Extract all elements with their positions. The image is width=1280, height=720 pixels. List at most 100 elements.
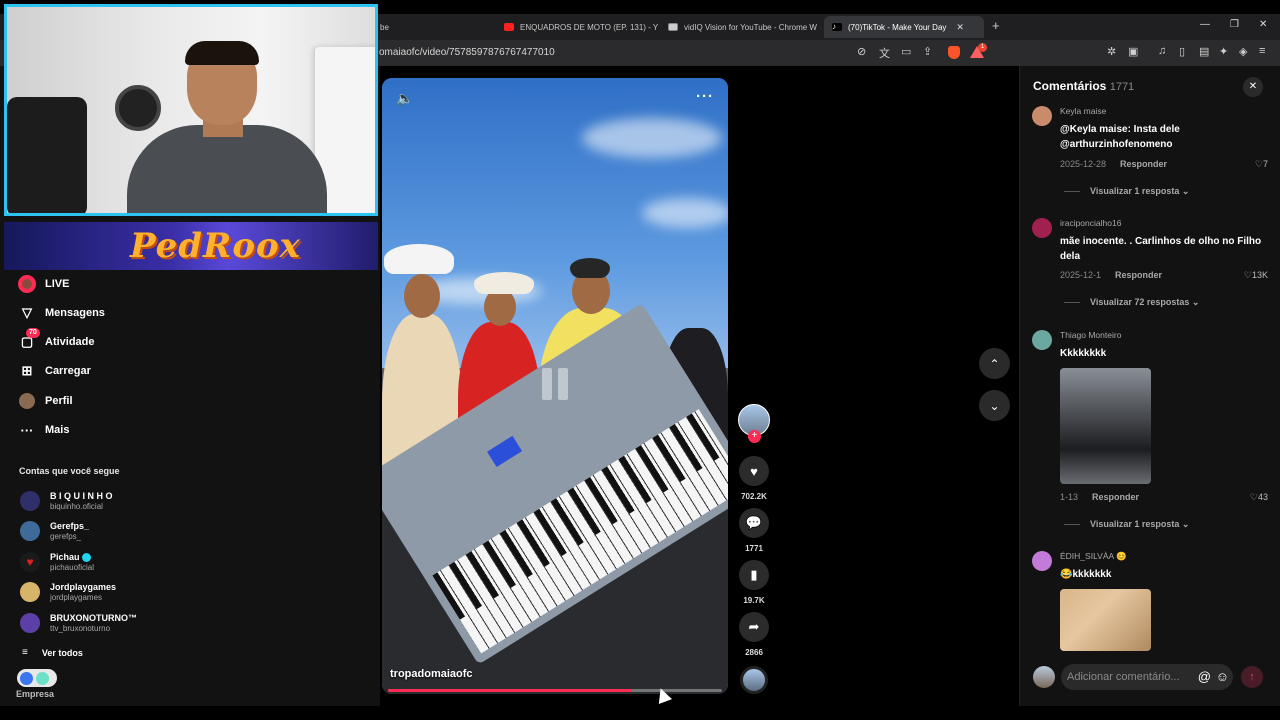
reply-button[interactable]: Responder	[1120, 159, 1167, 169]
more-options-icon[interactable]: ···	[696, 88, 714, 105]
share-icon[interactable]: ⇪	[923, 45, 932, 58]
ai-icon[interactable]: ✦	[1219, 45, 1228, 58]
share-arrow-icon: ➦	[748, 619, 760, 634]
translate-icon[interactable]: 文	[879, 45, 890, 61]
comment-item: Thiago Monteiro Kkkkkkkk 1-13 Responder ♡…	[1032, 330, 1272, 530]
sidebar-icon[interactable]: ▯	[1179, 45, 1185, 58]
following-item[interactable]: Jordplaygames jordplaygames	[20, 580, 116, 604]
extensions-icon[interactable]: ✲	[1107, 45, 1116, 58]
business-toggle[interactable]	[17, 669, 57, 687]
url-text[interactable]: omaiaofc/video/7578597876767477010	[379, 47, 555, 58]
tab-youtube[interactable]: ENQUADROS DE MOTO (EP. 131) - Y	[496, 16, 658, 38]
chevron-down-icon: ⌄	[989, 398, 1000, 413]
avatar[interactable]	[1032, 218, 1052, 238]
avatar[interactable]	[1032, 551, 1052, 571]
nav-activity[interactable]: ▢ 70 Atividade	[18, 328, 95, 352]
no-tracking-icon[interactable]: ⊘	[857, 45, 866, 58]
minimize-button[interactable]: —	[1200, 19, 1210, 30]
brave-shield-icon[interactable]	[948, 46, 960, 59]
nav-label: Mensagens	[45, 307, 105, 319]
menu-icon[interactable]: ≡	[1259, 45, 1265, 57]
comments-count: 1771	[1109, 81, 1135, 93]
video-progress-bar[interactable]	[388, 689, 722, 692]
webcam-person-hair	[185, 41, 259, 65]
comment-likes: 43	[1257, 492, 1268, 502]
close-window-button[interactable]: ✕	[1259, 19, 1267, 30]
tab-previous[interactable]: be	[372, 16, 492, 38]
comment-user[interactable]: iraciponcialho16	[1060, 218, 1121, 228]
view-replies-button[interactable]: Visualizar 1 resposta ⌄	[1064, 519, 1189, 530]
comment-date: 2025-12-28	[1060, 159, 1107, 169]
save-button[interactable]: ▮	[739, 560, 769, 590]
like-count: 702.2K	[741, 492, 767, 501]
avatar[interactable]	[1032, 330, 1052, 350]
new-tab-button[interactable]: +	[992, 18, 1000, 33]
screenshot-icon[interactable]: ▣	[1128, 45, 1138, 58]
nav-upload[interactable]: ⊞ Carregar	[18, 361, 91, 381]
wallet-icon[interactable]: ▤	[1199, 45, 1209, 58]
close-tab-icon[interactable]: ✕	[956, 22, 964, 33]
restore-button[interactable]: ❐	[1230, 19, 1239, 30]
cast-icon[interactable]: ▭	[901, 45, 911, 58]
comment-image[interactable]	[1060, 589, 1151, 651]
nav-profile[interactable]: Perfil	[18, 391, 73, 411]
tab-vidiq[interactable]: vidIQ Vision for YouTube - Chrome W	[660, 16, 820, 38]
music-disc-icon[interactable]	[740, 666, 768, 694]
following-item[interactable]: ♥ Pichau pichauoficial	[20, 550, 94, 574]
volume-icon[interactable]: 🔈	[396, 90, 413, 107]
comment-input-placeholder: Adicionar comentário...	[1067, 671, 1180, 683]
heart-outline-icon[interactable]: ♡	[1244, 270, 1252, 280]
following-item[interactable]: B I Q U I N H Obiquinho.oficial	[20, 489, 113, 513]
nav-messages[interactable]: ▽ Mensagens	[18, 303, 105, 323]
nav-more[interactable]: ··· Mais	[18, 420, 70, 440]
webcam-overlay	[4, 4, 378, 216]
close-icon: ✕	[1248, 81, 1258, 92]
pause-icon[interactable]	[542, 368, 572, 400]
follow-plus-icon[interactable]: +	[748, 430, 761, 443]
following-name: Jordplaygames	[50, 581, 117, 592]
tab-label: ENQUADROS DE MOTO (EP. 131) - Y	[520, 22, 658, 32]
previous-video-button[interactable]: ⌃	[979, 348, 1010, 379]
nav-label: Atividade	[45, 336, 95, 348]
comment-user[interactable]: Thiago Monteiro	[1060, 330, 1121, 340]
comment-date: 1-13	[1060, 492, 1079, 502]
view-replies-button[interactable]: Visualizar 1 resposta ⌄	[1064, 186, 1189, 197]
send-comment-button[interactable]: ↑	[1241, 666, 1263, 688]
nav-live[interactable]: LIVE	[18, 274, 69, 294]
view-replies-button[interactable]: Visualizar 72 respostas ⌄	[1064, 297, 1199, 308]
heart-outline-icon[interactable]: ♡	[1250, 492, 1258, 502]
avatar[interactable]	[1032, 106, 1052, 126]
following-item[interactable]: BRUXONOTURNO™ ttv_bruxonoturno	[20, 611, 137, 635]
comment-user[interactable]: ÉDIH_SILVÀA 😊	[1060, 551, 1127, 562]
arrow-up-icon: ↑	[1249, 671, 1255, 683]
reply-button[interactable]: Responder	[1092, 492, 1139, 502]
reply-button[interactable]: Responder	[1115, 270, 1162, 280]
see-all-link[interactable]: ≡ Ver todos	[22, 647, 83, 658]
tab-label: be	[380, 22, 389, 32]
nav-label: Perfil	[45, 395, 73, 407]
comment-image[interactable]	[1060, 368, 1151, 484]
comment-button[interactable]: 💬	[739, 508, 769, 538]
music-icon[interactable]: ♫	[1158, 45, 1166, 57]
share-button[interactable]: ➦	[739, 612, 769, 642]
youtube-icon	[504, 23, 514, 31]
vpn-icon[interactable]: ◈	[1239, 45, 1247, 58]
mention-icon[interactable]: @	[1198, 664, 1211, 690]
emoji-icon[interactable]: ☺	[1216, 664, 1229, 690]
tab-tiktok[interactable]: ♪ (70)TikTok - Make Your Day ✕	[824, 16, 984, 38]
like-button[interactable]: ♥	[739, 456, 769, 486]
next-video-button[interactable]: ⌄	[979, 390, 1010, 421]
following-user: jordplaygames	[50, 592, 103, 602]
comment-likes: 13K	[1251, 270, 1268, 280]
comment-user[interactable]: Keyla maise	[1060, 106, 1106, 116]
comment-input[interactable]: Adicionar comentário... @ ☺	[1061, 664, 1233, 690]
video-player[interactable]: 🔈 ··· tropadomaiaofc	[382, 78, 728, 694]
heart-outline-icon[interactable]: ♡	[1255, 159, 1263, 169]
rewards-badge: 1	[978, 43, 987, 52]
video-black-cap	[570, 258, 610, 278]
following-user: gerefps_	[50, 531, 82, 541]
video-author[interactable]: tropadomaiaofc	[390, 668, 473, 680]
following-user: biquinho.oficial	[50, 501, 103, 511]
close-comments-button[interactable]: ✕	[1243, 77, 1263, 97]
following-item[interactable]: Gerefps_ gerefps_	[20, 519, 89, 543]
